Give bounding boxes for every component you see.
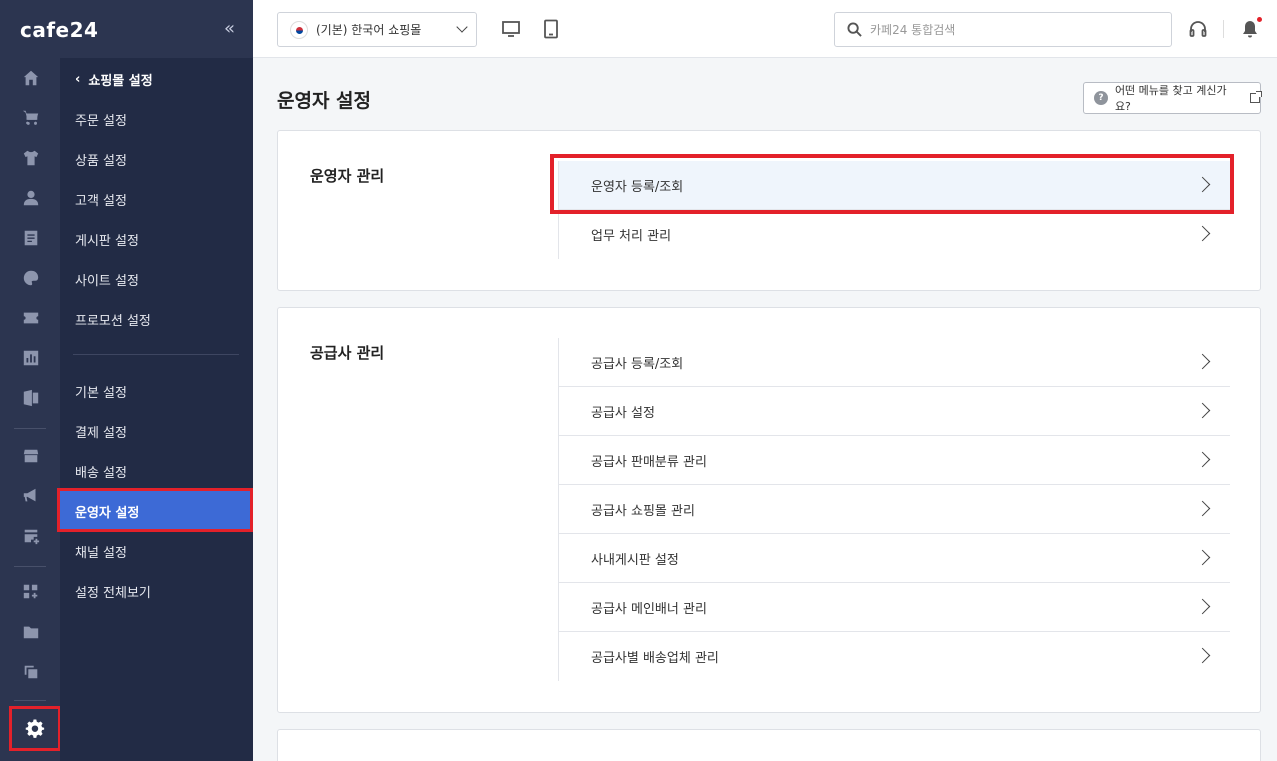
- chevron-right-icon: [1194, 402, 1211, 419]
- back-to-shop-settings[interactable]: ‹ 쇼핑몰 설정: [75, 70, 153, 89]
- supplier-management-card: 공급사 관리 공급사 등록/조회 공급사 설정 공급사 판매분류 관리 공급사 …: [277, 307, 1261, 713]
- submenu-shipping-settings[interactable]: 배송 설정: [75, 462, 127, 481]
- next-section-card: [277, 729, 1261, 761]
- mobile-view-button[interactable]: [541, 19, 561, 39]
- submenu-customer-settings[interactable]: 고객 설정: [75, 190, 127, 209]
- apps-icon[interactable]: [21, 582, 41, 602]
- settings-submenu: ‹ 쇼핑몰 설정 주문 설정 상품 설정 고객 설정 게시판 설정 사이트 설정 …: [57, 58, 253, 761]
- bell-icon: [1243, 21, 1257, 38]
- support-button[interactable]: [1188, 19, 1208, 39]
- submenu-payment-settings[interactable]: 결제 설정: [75, 422, 127, 441]
- chevron-right-icon: [1194, 500, 1211, 517]
- chevron-right-icon: [1194, 549, 1211, 566]
- notification-button[interactable]: [1240, 17, 1262, 39]
- submenu-board-settings[interactable]: 게시판 설정: [75, 230, 139, 249]
- cafe24-logo[interactable]: cafe24: [20, 18, 98, 42]
- chevron-right-icon: [1194, 225, 1211, 242]
- copy-icon[interactable]: [21, 662, 41, 682]
- top-header: (기본) 한국어 쇼핑몰: [253, 0, 1277, 58]
- supplier-menu-list: 공급사 등록/조회 공급사 설정 공급사 판매분류 관리 공급사 쇼핑몰 관리 …: [558, 338, 1230, 681]
- page-title: 운영자 설정: [277, 90, 372, 112]
- chevron-right-icon: [1194, 647, 1211, 664]
- header-divider: [1223, 20, 1224, 38]
- store-icon[interactable]: [21, 446, 41, 466]
- cart-icon[interactable]: [21, 108, 41, 128]
- menu-supplier-register[interactable]: 공급사 등록/조회: [559, 338, 1230, 387]
- external-link-icon: [1250, 91, 1262, 103]
- submenu-promotion-settings[interactable]: 프로모션 설정: [75, 310, 151, 329]
- settings-button[interactable]: [9, 706, 61, 751]
- submenu-basic-settings[interactable]: 기본 설정: [75, 382, 127, 401]
- collapse-menu-button[interactable]: «: [224, 18, 235, 39]
- folder-icon[interactable]: [21, 622, 41, 642]
- palette-icon[interactable]: [21, 268, 41, 288]
- headset-icon: [1189, 21, 1207, 37]
- home-icon[interactable]: [21, 68, 41, 88]
- submenu-channel-settings[interactable]: 채널 설정: [75, 542, 127, 561]
- menu-supplier-shop[interactable]: 공급사 쇼핑몰 관리: [559, 485, 1230, 534]
- brand-bar: cafe24 «: [0, 0, 253, 58]
- shop-add-icon[interactable]: [21, 526, 41, 546]
- rail-divider: [14, 428, 46, 429]
- rail-divider: [14, 700, 46, 701]
- settings-icon: [25, 718, 45, 738]
- submenu-product-settings[interactable]: 상품 설정: [75, 150, 127, 169]
- mobile-icon: [544, 19, 558, 39]
- excel-icon[interactable]: [21, 388, 41, 408]
- korea-flag-icon: [290, 20, 308, 39]
- menu-supplier-banner[interactable]: 공급사 메인배너 관리: [559, 583, 1230, 632]
- coupon-icon[interactable]: [21, 308, 41, 328]
- search-input[interactable]: [870, 22, 1150, 37]
- search-icon: [847, 22, 862, 37]
- menu-supplier-category[interactable]: 공급사 판매분류 관리: [559, 436, 1230, 485]
- menu-operator-register[interactable]: 운영자 등록/조회: [559, 161, 1230, 210]
- submenu-site-settings[interactable]: 사이트 설정: [75, 270, 139, 289]
- menu-task-management[interactable]: 업무 처리 관리: [559, 210, 1230, 259]
- operator-management-card: 운영자 관리 운영자 등록/조회 업무 처리 관리: [277, 130, 1261, 291]
- chevron-right-icon: [1194, 353, 1211, 370]
- chevron-right-icon: [1194, 598, 1211, 615]
- chevron-right-icon: [1194, 176, 1211, 193]
- section-title: 운영자 관리: [310, 167, 385, 185]
- shirt-icon[interactable]: [21, 148, 41, 168]
- chevron-right-icon: [1194, 451, 1211, 468]
- menu-internal-board[interactable]: 사내게시판 설정: [559, 534, 1230, 583]
- operator-menu-list: 운영자 등록/조회 업무 처리 관리: [558, 161, 1230, 259]
- help-icon: ?: [1094, 91, 1108, 105]
- menu-supplier-shipping[interactable]: 공급사별 배송업체 관리: [559, 632, 1230, 681]
- chart-icon[interactable]: [21, 348, 41, 368]
- user-icon[interactable]: [21, 188, 41, 208]
- monitor-icon: [502, 21, 520, 37]
- section-title: 공급사 관리: [310, 344, 385, 362]
- rail-divider: [14, 566, 46, 567]
- submenu-order-settings[interactable]: 주문 설정: [75, 110, 127, 129]
- board-icon[interactable]: [21, 228, 41, 248]
- submenu-operator-settings[interactable]: 운영자 설정: [57, 488, 253, 532]
- menu-finder-button[interactable]: ? 어떤 메뉴를 찾고 계신가요?: [1083, 82, 1262, 114]
- pc-view-button[interactable]: [501, 19, 521, 39]
- menu-supplier-settings[interactable]: 공급사 설정: [559, 387, 1230, 436]
- submenu-divider: [73, 354, 239, 355]
- submenu-all-settings[interactable]: 설정 전체보기: [75, 582, 151, 601]
- megaphone-icon[interactable]: [21, 486, 41, 506]
- notification-badge: [1257, 17, 1262, 22]
- chevron-down-icon: [456, 21, 468, 33]
- chevron-left-icon: ‹: [75, 72, 81, 87]
- shop-select-dropdown[interactable]: (기본) 한국어 쇼핑몰: [277, 12, 477, 47]
- integrated-search: [834, 12, 1172, 47]
